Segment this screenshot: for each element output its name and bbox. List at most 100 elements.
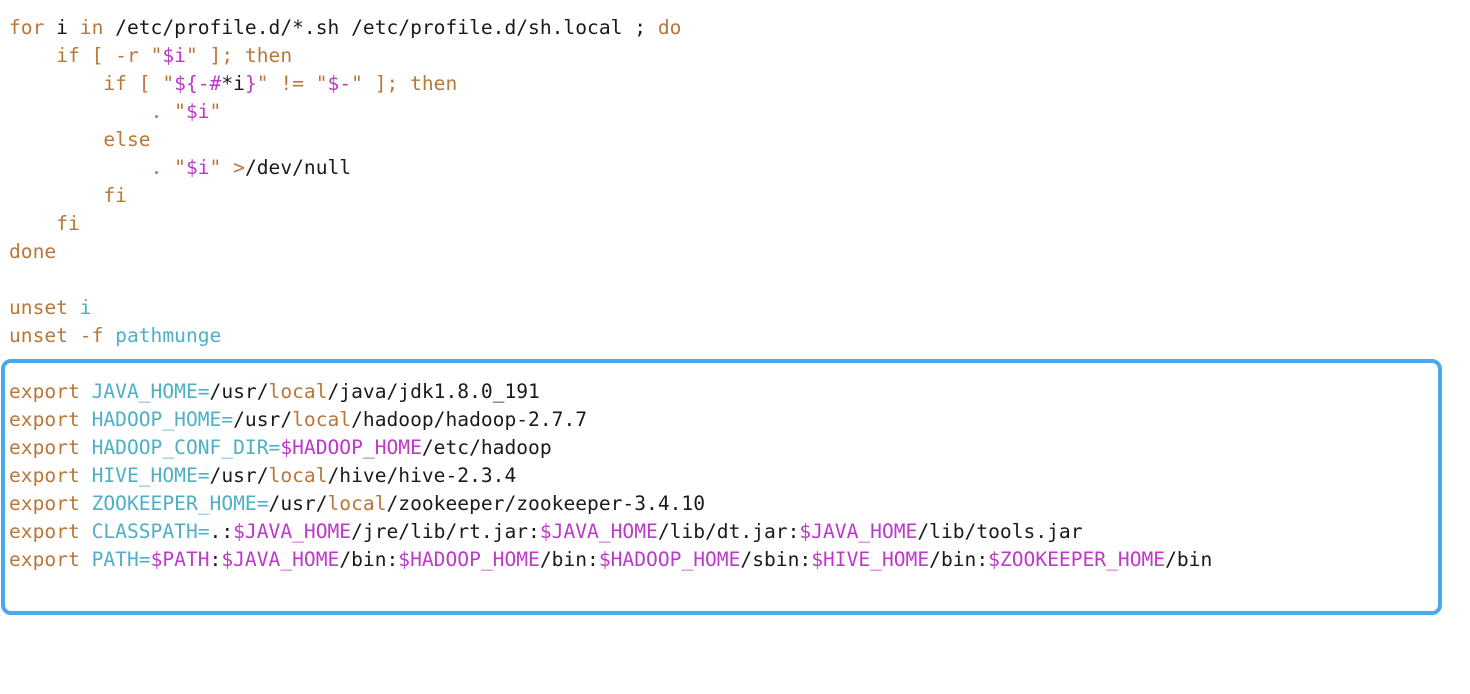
code-token: $i	[185, 100, 210, 123]
code-token: if	[103, 72, 127, 95]
code-line[interactable]: . "$i" >/dev/null	[9, 154, 1449, 182]
code-line[interactable]: export HADOOP_CONF_DIR=$HADOOP_HOME/etc/…	[9, 434, 1449, 462]
code-token: HADOOP_CONF_DIR=	[79, 436, 281, 459]
code-token: local	[268, 380, 328, 403]
code-token: :	[209, 548, 222, 571]
code-token: /dev/null	[244, 156, 352, 179]
code-line[interactable]: export CLASSPATH=.:$JAVA_HOME/jre/lib/rt…	[9, 518, 1449, 546]
code-token: $JAVA_HOME	[233, 520, 352, 543]
code-token: PATH=	[79, 548, 151, 571]
code-token: "	[162, 72, 175, 95]
code-token: fi	[103, 184, 127, 207]
code-token: $PATH	[150, 548, 210, 571]
code-token: $JAVA_HOME	[799, 520, 918, 543]
code-token: /bin:	[539, 548, 599, 571]
code-token: if	[56, 44, 80, 67]
code-token: /lib/tools.jar	[917, 520, 1083, 543]
code-token: "	[209, 100, 222, 123]
code-token: $HADOOP_HOME	[598, 548, 741, 571]
code-token: i	[44, 16, 80, 39]
code-token: " >	[209, 156, 245, 179]
code-line[interactable]: done	[9, 238, 1449, 266]
code-token: /usr/	[209, 380, 269, 403]
code-token: done	[9, 240, 57, 263]
code-token: $i	[162, 44, 186, 67]
code-line[interactable]: unset i	[9, 294, 1449, 322]
code-token: pathmunge	[103, 324, 222, 347]
code-token: /lib/dt.jar:	[657, 520, 800, 543]
code-token: unset	[9, 324, 68, 347]
code-line[interactable]	[9, 266, 1449, 294]
code-line[interactable]: else	[9, 126, 1449, 154]
code-token: "	[174, 156, 186, 179]
code-token: then	[410, 72, 458, 95]
code-token: fi	[56, 212, 80, 235]
code-line[interactable]: export PATH=$PATH:$JAVA_HOME/bin:$HADOOP…	[9, 546, 1449, 574]
code-token: /hive/hive-2.3.4	[327, 464, 517, 487]
code-token: .	[150, 100, 175, 123]
code-line[interactable]: if [ -r "$i" ]; then	[9, 42, 1449, 70]
code-token: }	[244, 72, 257, 95]
code-line[interactable]	[9, 350, 1449, 378]
code-token: $HADOOP_HOME	[280, 436, 422, 459]
code-line[interactable]: export HADOOP_HOME=/usr/local/hadoop/had…	[9, 406, 1449, 434]
code-token: local	[292, 408, 352, 431]
code-token: /usr/	[268, 492, 328, 515]
code-token: [	[126, 72, 163, 95]
code-token: /sbin:	[740, 548, 812, 571]
code-token: /jre/lib/rt.jar:	[351, 520, 540, 543]
code-line[interactable]: export ZOOKEEPER_HOME=/usr/local/zookeep…	[9, 490, 1449, 518]
code-line[interactable]: . "$i"	[9, 98, 1449, 126]
code-token: export	[9, 464, 80, 487]
code-token: /java/jdk1.8.0_191	[327, 380, 540, 403]
code-token: ZOOKEEPER_HOME=	[79, 492, 269, 515]
code-line[interactable]: for i in /etc/profile.d/*.sh /etc/profil…	[9, 14, 1449, 42]
code-line[interactable]: unset -f pathmunge	[9, 322, 1449, 350]
code-token: CLASSPATH=	[79, 520, 210, 543]
code-token: /usr/	[209, 464, 269, 487]
code-token: "	[150, 44, 163, 67]
code-token: else	[103, 128, 151, 151]
code-line[interactable]	[9, 602, 1449, 630]
code-token: local	[327, 492, 387, 515]
code-token: -f	[67, 324, 104, 347]
code-token: $ZOOKEEPER_HOME	[988, 548, 1166, 571]
code-token: $JAVA_HOME	[539, 520, 658, 543]
code-line[interactable]: fi	[9, 182, 1449, 210]
code-token: " ];	[185, 44, 245, 67]
code-token: $HADOOP_HOME	[398, 548, 540, 571]
code-token: for	[9, 16, 45, 39]
code-token: in	[79, 16, 104, 39]
code-line[interactable]: fi	[9, 210, 1449, 238]
code-token: /zookeeper/zookeeper-3.4.10	[386, 492, 706, 515]
code-token: HADOOP_HOME=	[79, 408, 234, 431]
code-token: $i	[185, 156, 210, 179]
code-token: export	[9, 380, 80, 403]
code-line[interactable]: export HIVE_HOME=/usr/local/hive/hive-2.…	[9, 462, 1449, 490]
code-token: i	[67, 296, 92, 319]
code-token: export	[9, 520, 80, 543]
code-line[interactable]: export JAVA_HOME=/usr/local/java/jdk1.8.…	[9, 378, 1449, 406]
code-token: /usr/	[233, 408, 293, 431]
code-token: then	[244, 44, 293, 67]
code-editor[interactable]: for i in /etc/profile.d/*.sh /etc/profil…	[9, 14, 1449, 630]
code-token: " ];	[351, 72, 411, 95]
code-token: export	[9, 436, 80, 459]
code-token: ${-#	[174, 72, 222, 95]
code-token: [ -r	[79, 44, 151, 67]
code-token: *i	[221, 72, 245, 95]
code-token: " != "	[256, 72, 328, 95]
code-token: $-	[327, 72, 352, 95]
code-token: do	[657, 16, 682, 39]
code-token: /etc/profile.d/*.sh /etc/profile.d/sh.lo…	[103, 16, 658, 39]
code-line[interactable]	[9, 574, 1449, 602]
code-token: /bin	[1165, 548, 1213, 571]
code-line[interactable]: if [ "${-#*i}" != "$-" ]; then	[9, 70, 1449, 98]
